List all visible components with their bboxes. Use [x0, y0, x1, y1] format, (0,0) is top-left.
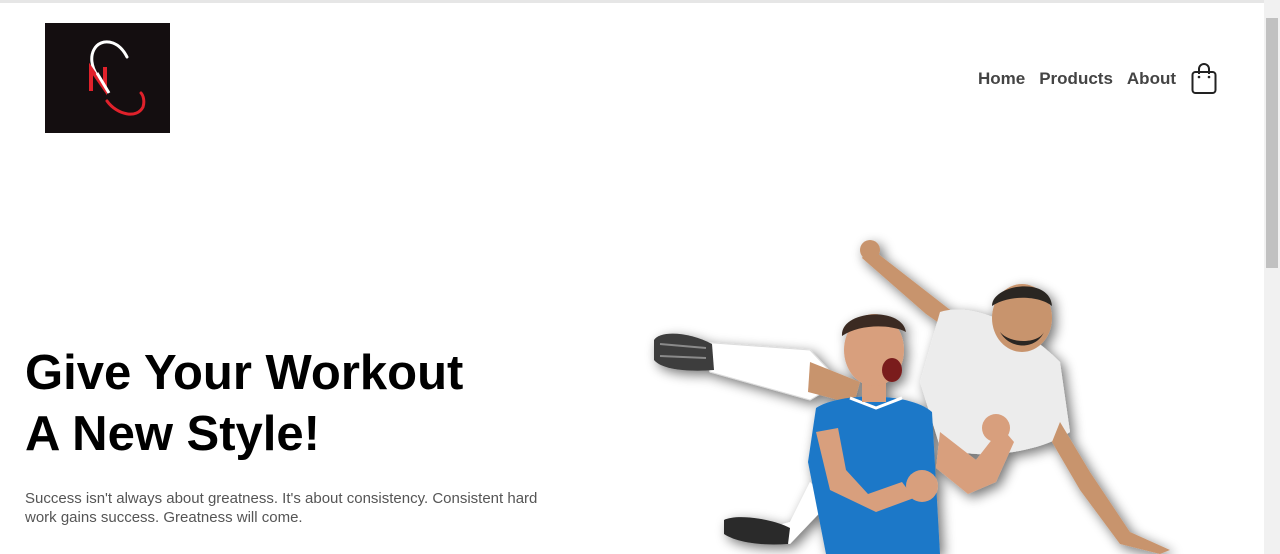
vertical-scrollbar[interactable]	[1264, 0, 1280, 554]
page-viewport: Home Products About Give Your Workout A …	[0, 0, 1280, 554]
hero-description: Success isn't always about greatness. It…	[25, 490, 538, 526]
hero-athletes-image	[640, 232, 1230, 554]
nav-products-link[interactable]: Products	[1039, 69, 1113, 89]
main-nav: Home Products About	[978, 62, 1218, 96]
hero-title-line1: Give Your Workout	[25, 346, 464, 400]
scrollbar-thumb[interactable]	[1266, 18, 1278, 268]
nav-about-link[interactable]: About	[1127, 69, 1176, 89]
shopping-bag-icon[interactable]	[1190, 62, 1218, 96]
logo-mark-icon	[89, 40, 146, 116]
top-border	[0, 0, 1264, 3]
hero-title-line2: A New Style!	[25, 407, 320, 461]
nav-home-link[interactable]: Home	[978, 69, 1025, 89]
brand-logo[interactable]	[45, 23, 170, 133]
hero-title: Give Your Workout A New Style!	[25, 343, 585, 465]
